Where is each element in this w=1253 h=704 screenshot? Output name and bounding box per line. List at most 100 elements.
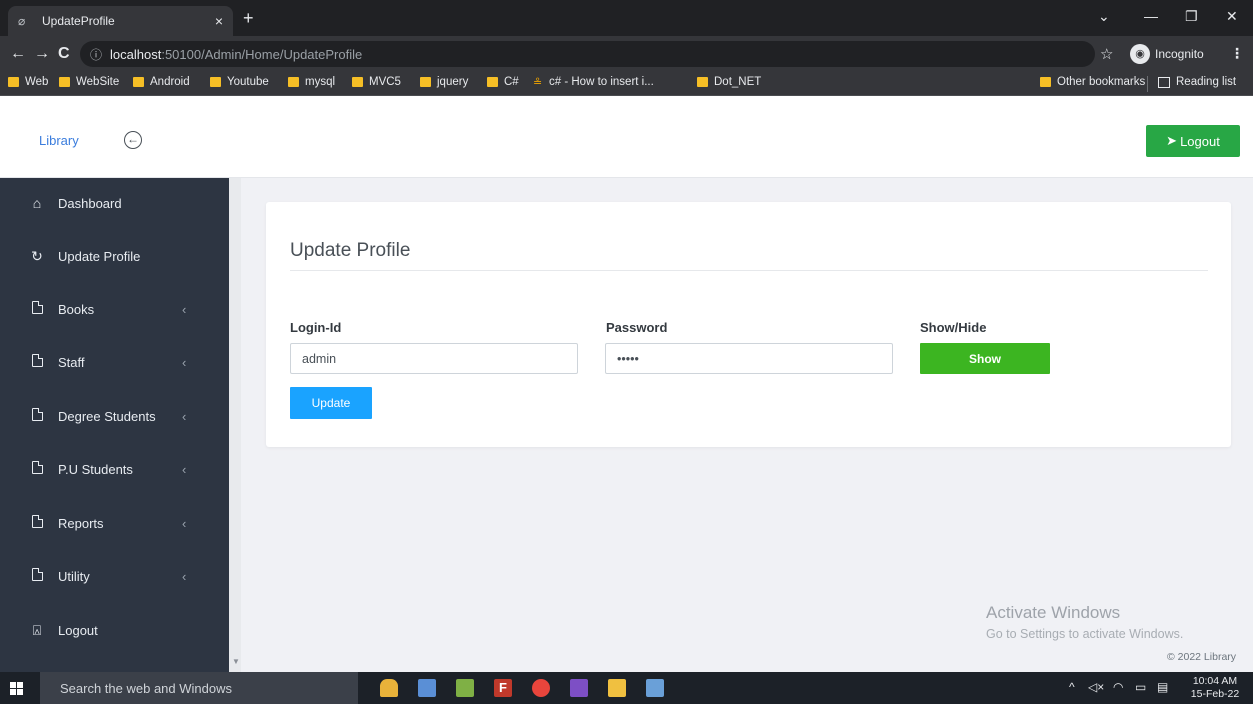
lock-icon: ⍓ [32, 621, 42, 638]
window-close-icon[interactable]: ✕ [1226, 8, 1238, 25]
sidebar-item-update-profile[interactable]: ↻ Update Profile [0, 241, 229, 271]
other-bookmarks[interactable]: Other bookmarks [1040, 76, 1145, 88]
taskbar-search-box[interactable]: Search the web and Windows [40, 672, 358, 704]
clock-time: 10:04 AM [1192, 675, 1238, 687]
tray-chevron-icon[interactable]: ^ [1069, 680, 1075, 694]
bookmark-csharp[interactable]: C# [487, 76, 519, 88]
notepad-app-icon[interactable] [456, 679, 474, 697]
sidebar-item-label: Dashboard [58, 195, 122, 211]
incognito-icon: ◉ [1130, 44, 1150, 64]
new-tab-icon[interactable]: + [243, 9, 254, 27]
folder-app-icon[interactable] [608, 679, 626, 697]
update-button[interactable]: Update [290, 387, 372, 419]
sidebar-item-logout[interactable]: ⍓ Logout [0, 615, 229, 645]
url-field[interactable]: ⓘ localhost:50100/Admin/Home/UpdateProfi… [80, 41, 1095, 67]
login-id-input[interactable]: admin [290, 343, 578, 374]
address-bar-row: ← → C ⓘ localhost:50100/Admin/Home/Updat… [0, 36, 1253, 72]
file-explorer-icon[interactable] [380, 679, 398, 697]
show-password-button[interactable]: Show [920, 343, 1050, 374]
bookmark-website[interactable]: WebSite [59, 76, 119, 88]
sidebar-toggle-icon[interactable]: ← [124, 131, 142, 149]
reading-list-icon [1158, 76, 1170, 88]
browser-menu-icon[interactable]: ⋮ [1230, 45, 1244, 62]
filezilla-icon[interactable]: F [494, 679, 512, 697]
folder-icon [288, 77, 299, 87]
folder-icon [420, 77, 431, 87]
windows-start-icon[interactable] [10, 682, 23, 695]
sidebar: ⌂ Dashboard ↻ Update Profile Books ‹ Sta… [0, 178, 229, 672]
document-icon [30, 568, 44, 584]
header-logout-label: Logout [1180, 133, 1220, 149]
bookmark-mvc5[interactable]: MVC5 [352, 76, 401, 88]
app-header: Library ← ➤ Logout [0, 96, 1253, 178]
paper-plane-icon: ➤ [1166, 133, 1178, 148]
bookmark-jquery[interactable]: jquery [420, 76, 468, 88]
scroll-down-icon[interactable]: ▼ [232, 657, 240, 666]
bookmark-dotnet[interactable]: Dot_NET [697, 76, 761, 88]
bookmark-android[interactable]: Android [133, 76, 190, 88]
incognito-indicator[interactable]: ◉ Incognito [1130, 44, 1204, 64]
chevron-left-icon: ‹ [182, 515, 187, 531]
folder-icon [697, 77, 708, 87]
bookmark-youtube[interactable]: Youtube [210, 76, 269, 88]
reload-icon[interactable]: C [58, 45, 70, 63]
wifi-icon[interactable]: ◠ [1113, 680, 1123, 694]
minimize-icon[interactable]: — [1144, 8, 1158, 24]
volume-muted-icon[interactable]: ◁× [1088, 680, 1104, 694]
url-host: localhost [110, 46, 162, 62]
close-tab-icon[interactable]: × [215, 13, 223, 29]
refresh-icon: ↻ [31, 247, 43, 264]
sidebar-item-utility[interactable]: Utility ‹ [0, 561, 229, 591]
header-logout-button[interactable]: ➤ Logout [1146, 125, 1240, 157]
brand-link[interactable]: Library [39, 133, 79, 148]
bookmarks-bar: Web WebSite Android Youtube mysql MVC5 j… [0, 72, 1253, 96]
folder-icon [8, 77, 19, 87]
visual-studio-icon[interactable] [570, 679, 588, 697]
folder-icon [133, 77, 144, 87]
tab-title: UpdateProfile [42, 14, 115, 28]
sidebar-item-degree-students[interactable]: Degree Students ‹ [0, 401, 229, 431]
folder-icon [1040, 77, 1051, 87]
battery-icon[interactable]: ▭ [1135, 680, 1146, 694]
show-hide-label: Show/Hide [920, 320, 987, 335]
sidebar-item-staff[interactable]: Staff ‹ [0, 347, 229, 377]
bookmark-csharp-insert[interactable]: ≗ c# - How to insert i... [533, 76, 654, 89]
page-title: Update Profile [290, 240, 411, 261]
forward-icon[interactable]: → [34, 45, 50, 63]
login-id-label: Login-Id [290, 320, 342, 335]
chrome-icon[interactable] [532, 679, 550, 697]
document-icon [30, 301, 44, 317]
browser-tab[interactable]: ⌀ UpdateProfile × [8, 6, 233, 36]
clock-date: 15-Feb-22 [1190, 688, 1240, 700]
taskbar-clock[interactable]: 10:04 AM 15-Feb-22 [1190, 675, 1240, 701]
restore-icon[interactable]: ❐ [1185, 8, 1198, 25]
home-icon: ⌂ [32, 195, 42, 211]
sidebar-item-books[interactable]: Books ‹ [0, 294, 229, 324]
document-icon [30, 408, 44, 424]
notifications-icon[interactable]: ▤ [1157, 680, 1168, 694]
reading-list[interactable]: Reading list [1158, 76, 1236, 88]
sidebar-item-dashboard[interactable]: ⌂ Dashboard [0, 188, 229, 218]
tab-search-icon[interactable]: ⌄ [1098, 8, 1110, 25]
sidebar-item-reports[interactable]: Reports ‹ [0, 508, 229, 538]
sidebar-item-label: Books [58, 301, 95, 317]
sidebar-item-label: Update Profile [58, 248, 141, 264]
bookmark-star-icon[interactable]: ☆ [1100, 45, 1113, 63]
chevron-left-icon: ‹ [182, 301, 187, 317]
office-app-icon[interactable] [646, 679, 664, 697]
activation-watermark-subtitle: Go to Settings to activate Windows. [986, 627, 1184, 641]
bookmarks-divider [1147, 76, 1148, 92]
tools-app-icon[interactable] [418, 679, 436, 697]
back-icon[interactable]: ← [10, 45, 26, 63]
activation-watermark-title: Activate Windows [986, 603, 1121, 622]
sidebar-scrollbar[interactable] [229, 178, 241, 672]
info-icon[interactable]: ⓘ [90, 46, 102, 63]
chevron-left-icon: ‹ [182, 354, 187, 370]
stackoverflow-icon: ≗ [533, 77, 543, 89]
sidebar-item-label: Utility [58, 568, 90, 584]
password-input[interactable]: ••••• [605, 343, 893, 374]
bookmark-web[interactable]: Web [8, 76, 48, 88]
bookmark-mysql[interactable]: mysql [288, 76, 335, 88]
password-label: Password [606, 320, 668, 335]
sidebar-item-pu-students[interactable]: P.U Students ‹ [0, 454, 229, 484]
